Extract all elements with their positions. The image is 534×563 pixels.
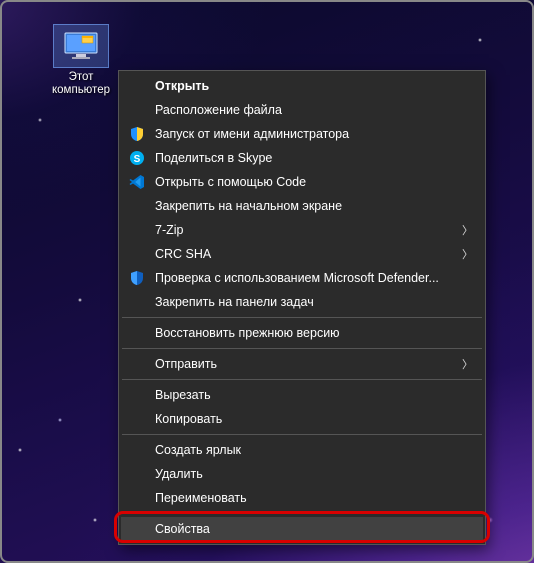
desktop-icon-label: Этот компьютер	[46, 71, 116, 97]
menu-item-7zip[interactable]: 7-Zip 〉	[121, 218, 483, 242]
desktop-icon-this-pc[interactable]: Этот компьютер	[46, 24, 116, 97]
menu-item-defender-scan[interactable]: Проверка с использованием Microsoft Defe…	[121, 266, 483, 290]
this-pc-icon	[53, 24, 109, 68]
menu-item-delete[interactable]: Удалить	[121, 462, 483, 486]
menu-separator	[122, 348, 482, 349]
menu-item-restore-previous[interactable]: Восстановить прежнюю версию	[121, 321, 483, 345]
menu-separator	[122, 379, 482, 380]
skype-icon: S	[127, 148, 147, 168]
menu-item-open-with-code[interactable]: Открыть с помощью Code	[121, 170, 483, 194]
menu-separator	[122, 434, 482, 435]
menu-item-copy[interactable]: Копировать	[121, 407, 483, 431]
menu-item-share-skype[interactable]: S Поделиться в Skype	[121, 146, 483, 170]
menu-item-send-to[interactable]: Отправить 〉	[121, 352, 483, 376]
menu-item-crc-sha[interactable]: CRC SHA 〉	[121, 242, 483, 266]
menu-item-cut[interactable]: Вырезать	[121, 383, 483, 407]
context-menu: Открыть Расположение файла Запуск от име…	[118, 70, 486, 545]
menu-item-open[interactable]: Открыть	[121, 74, 483, 98]
chevron-right-icon: 〉	[462, 246, 473, 262]
menu-item-pin-to-taskbar[interactable]: Закрепить на панели задач	[121, 290, 483, 314]
chevron-right-icon: 〉	[462, 356, 473, 372]
vscode-icon	[127, 172, 147, 192]
shield-admin-icon	[127, 124, 147, 144]
defender-shield-icon	[127, 268, 147, 288]
menu-item-pin-to-start[interactable]: Закрепить на начальном экране	[121, 194, 483, 218]
menu-separator	[122, 513, 482, 514]
chevron-right-icon: 〉	[462, 222, 473, 238]
menu-item-rename[interactable]: Переименовать	[121, 486, 483, 510]
menu-item-file-location[interactable]: Расположение файла	[121, 98, 483, 122]
svg-text:S: S	[134, 154, 141, 165]
menu-item-create-shortcut[interactable]: Создать ярлык	[121, 438, 483, 462]
menu-item-properties[interactable]: Свойства	[121, 517, 483, 541]
menu-separator	[122, 317, 482, 318]
menu-item-run-as-admin[interactable]: Запуск от имени администратора	[121, 122, 483, 146]
